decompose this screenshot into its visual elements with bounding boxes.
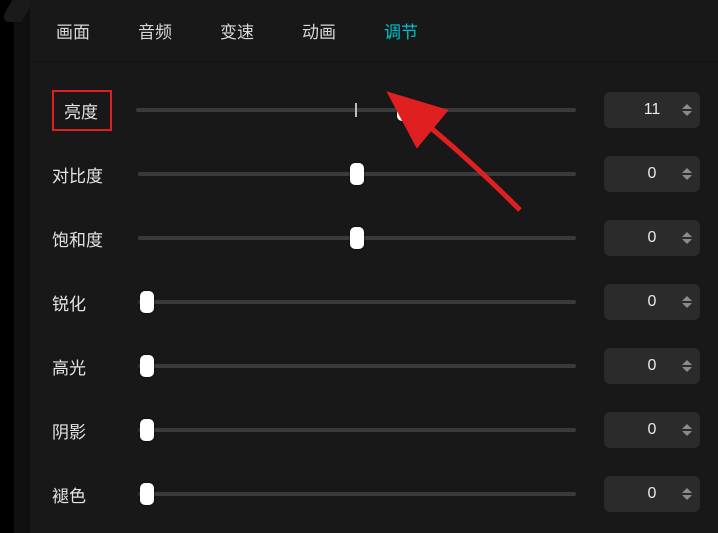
stepper-contrast [682,158,696,190]
stepper-down-icon[interactable] [682,175,692,180]
slider-saturation[interactable] [138,229,576,247]
slider-track [138,492,576,496]
slider-thumb-brightness[interactable] [397,99,411,121]
slider-center-tick [355,103,357,117]
stepper-down-icon[interactable] [682,367,692,372]
value-box-fade[interactable]: 0 [604,476,700,512]
slider-brightness[interactable] [136,101,576,119]
stepper-up-icon[interactable] [682,360,692,365]
stepper-sharpen [682,286,696,318]
value-box-highlight[interactable]: 0 [604,348,700,384]
slider-rows: 亮度 11 对比度 [30,62,718,526]
stepper-shadow [682,414,696,446]
tab-animation[interactable]: 动画 [302,18,336,43]
stepper-up-icon[interactable] [682,168,692,173]
stepper-down-icon[interactable] [682,239,692,244]
value-contrast: 0 [648,165,657,183]
row-brightness: 亮度 11 [52,78,700,142]
tab-speed[interactable]: 变速 [220,18,254,43]
stepper-highlight [682,350,696,382]
label-fade: 褪色 [52,482,138,507]
value-box-saturation[interactable]: 0 [604,220,700,256]
value-box-shadow[interactable]: 0 [604,412,700,448]
row-contrast: 对比度 0 [52,142,700,206]
value-brightness: 11 [644,101,661,119]
value-box-contrast[interactable]: 0 [604,156,700,192]
stepper-up-icon[interactable] [682,104,692,109]
value-box-brightness[interactable]: 11 [604,92,700,128]
slider-track [138,300,576,304]
slider-sharpen[interactable] [138,293,576,311]
label-sharpen: 锐化 [52,290,138,315]
value-fade: 0 [648,485,657,503]
slider-thumb-highlight[interactable] [140,355,154,377]
slider-thumb-sharpen[interactable] [140,291,154,313]
row-fade: 褪色 0 [52,462,700,526]
slider-thumb-shadow[interactable] [140,419,154,441]
slider-track [138,364,576,368]
row-highlight: 高光 0 [52,334,700,398]
slider-thumb-saturation[interactable] [350,227,364,249]
tab-adjust[interactable]: 调节 [384,18,418,43]
row-sharpen: 锐化 0 [52,270,700,334]
label-highlight: 高光 [52,354,138,379]
label-contrast: 对比度 [52,162,138,187]
slider-fade[interactable] [138,485,576,503]
stepper-fade [682,478,696,510]
tab-bar: 画面 音频 变速 动画 调节 [30,0,718,62]
tab-picture[interactable]: 画面 [56,18,90,43]
value-box-sharpen[interactable]: 0 [604,284,700,320]
slider-thumb-fade[interactable] [140,483,154,505]
slider-track [138,428,576,432]
stepper-down-icon[interactable] [682,111,692,116]
value-saturation: 0 [648,229,657,247]
adjust-panel: 画面 音频 变速 动画 调节 亮度 11 [30,0,718,533]
value-sharpen: 0 [648,293,657,311]
slider-thumb-contrast[interactable] [350,163,364,185]
stepper-brightness [682,94,696,126]
stepper-down-icon[interactable] [682,431,692,436]
stepper-saturation [682,222,696,254]
label-shadow: 阴影 [52,418,138,443]
label-saturation: 饱和度 [52,226,138,251]
stepper-up-icon[interactable] [682,232,692,237]
row-shadow: 阴影 0 [52,398,700,462]
stepper-up-icon[interactable] [682,296,692,301]
stepper-up-icon[interactable] [682,424,692,429]
value-shadow: 0 [648,421,657,439]
slider-highlight[interactable] [138,357,576,375]
row-saturation: 饱和度 0 [52,206,700,270]
stepper-up-icon[interactable] [682,488,692,493]
slider-shadow[interactable] [138,421,576,439]
app-root: 画面 音频 变速 动画 调节 亮度 11 [0,0,718,533]
tab-audio[interactable]: 音频 [138,18,172,43]
stepper-down-icon[interactable] [682,303,692,308]
stepper-down-icon[interactable] [682,495,692,500]
value-highlight: 0 [648,357,657,375]
left-edge-strip [0,0,14,533]
label-brightness: 亮度 [52,90,112,131]
slider-contrast[interactable] [138,165,576,183]
